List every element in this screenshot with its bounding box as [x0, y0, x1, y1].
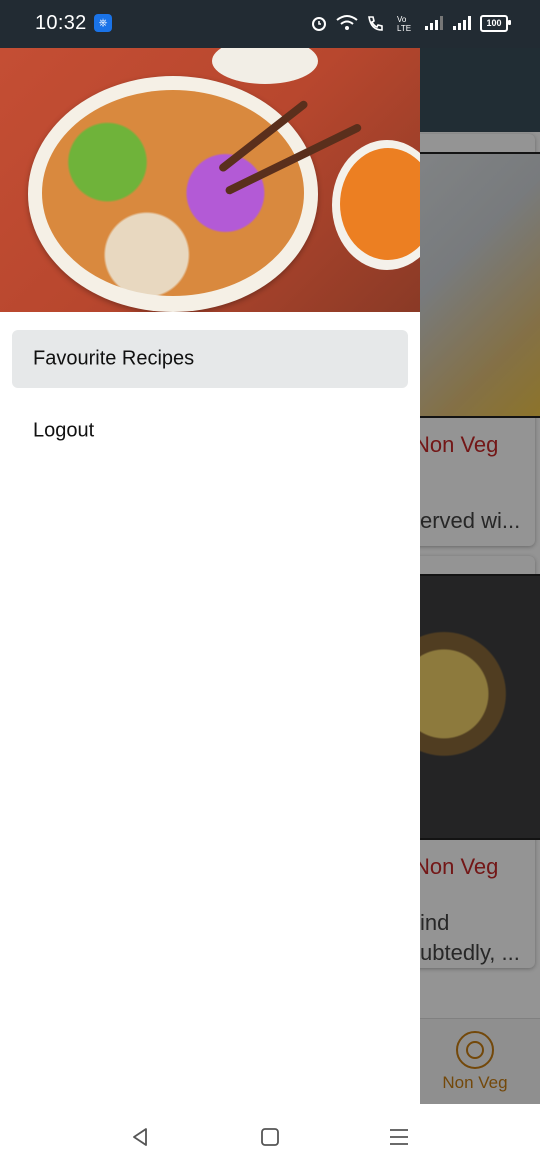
noodles: [42, 90, 304, 296]
battery-icon: 100: [480, 14, 511, 32]
menu-item-favourite-recipes[interactable]: Favourite Recipes: [12, 330, 408, 388]
home-icon: [261, 1128, 279, 1146]
signal-icon: [425, 16, 443, 30]
home-button[interactable]: [259, 1126, 281, 1148]
menu-item-logout[interactable]: Logout: [12, 402, 408, 460]
wifi-icon: [336, 15, 358, 30]
svg-text:Vo: Vo: [397, 15, 407, 24]
usb-icon: ⎈: [94, 14, 112, 32]
recents-button[interactable]: [388, 1126, 410, 1148]
menu-item-label: Logout: [33, 419, 95, 442]
status-icons: Vo LTE 100: [310, 14, 511, 32]
signal-icon: [453, 16, 471, 30]
call-icon: [368, 16, 383, 31]
back-icon: [133, 1128, 147, 1146]
svg-text:LTE: LTE: [397, 24, 411, 32]
recents-icon: [390, 1129, 408, 1145]
status-time: 10:32: [35, 12, 87, 34]
peanut-bowl: [212, 48, 318, 84]
navigation-drawer: Favourite Recipes Logout: [0, 48, 420, 1104]
drawer-header-image: [0, 48, 420, 312]
battery-level: 100: [486, 18, 502, 28]
volte-icon: Vo LTE: [397, 15, 411, 32]
back-button[interactable]: [129, 1126, 151, 1148]
menu-item-label: Favourite Recipes: [33, 347, 195, 370]
alarm-icon: [312, 17, 326, 31]
system-navigation-bar: [0, 1104, 540, 1170]
status-bar: 10:32 ⎈ Vo LTE 100: [0, 0, 540, 48]
